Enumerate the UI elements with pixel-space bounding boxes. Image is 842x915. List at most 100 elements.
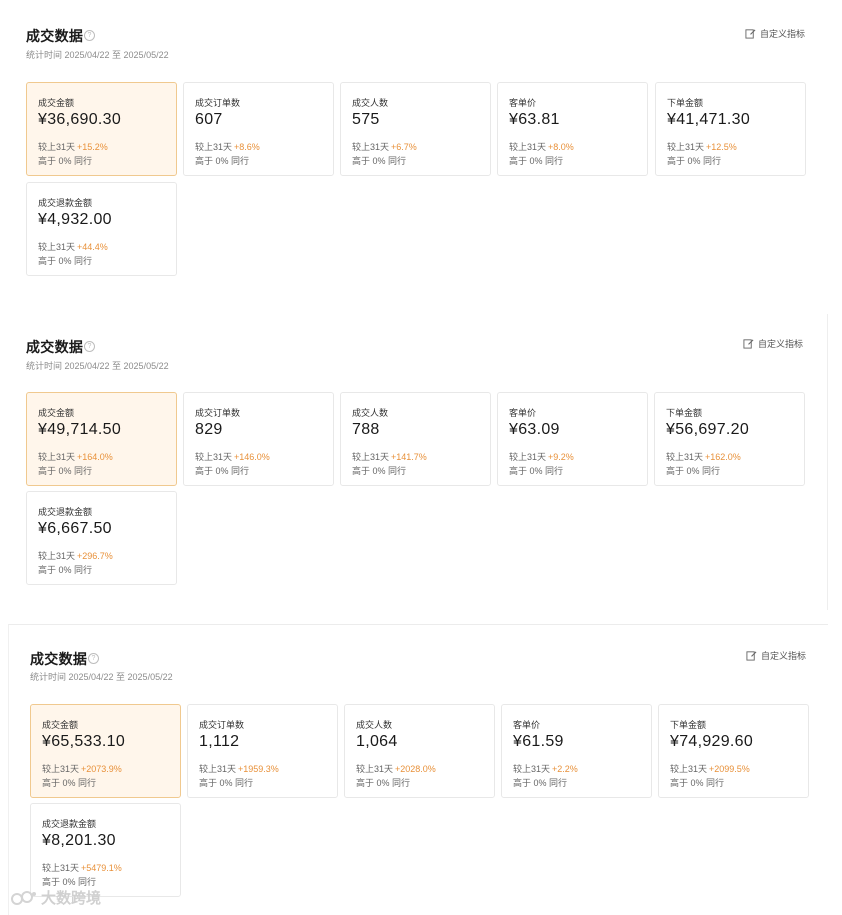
metric-compare: 较上31天 +296.7% bbox=[38, 549, 113, 562]
deal-data-panel-1: 成交数据 ? 统计时间 2025/04/22 至 2025/05/22 自定义指… bbox=[0, 0, 842, 300]
help-icon[interactable]: ? bbox=[84, 30, 95, 41]
metric-label: 客单价 bbox=[513, 720, 541, 730]
custom-metrics-label: 自定义指标 bbox=[758, 339, 804, 349]
metric-card-deal-amount[interactable]: 成交金额 ¥49,714.50 较上31天 +164.0% 高于 0% 同行 bbox=[26, 392, 177, 486]
metric-compare: 较上31天 +2073.9% bbox=[42, 762, 122, 775]
metric-label: 成交退款金额 bbox=[38, 507, 93, 517]
peer-rank: 高于 0% 同行 bbox=[352, 156, 407, 166]
compare-prefix: 较上31天 bbox=[667, 142, 705, 152]
watermark: 大数跨境 bbox=[10, 887, 101, 908]
metric-label: 成交人数 bbox=[356, 720, 393, 730]
metric-compare: 较上31天 +141.7% bbox=[352, 450, 427, 463]
help-icon[interactable]: ? bbox=[88, 653, 99, 664]
metric-card-deal-amount[interactable]: 成交金额 ¥65,533.10 较上31天 +2073.9% 高于 0% 同行 bbox=[30, 704, 181, 798]
compare-prefix: 较上31天 bbox=[38, 551, 76, 561]
metric-value: 788 bbox=[352, 421, 380, 438]
metric-card-order-amount[interactable]: 下单金额 ¥41,471.30 较上31天 +12.5% 高于 0% 同行 bbox=[655, 82, 806, 176]
page: 成交数据 ? 统计时间 2025/04/22 至 2025/05/22 自定义指… bbox=[0, 0, 842, 915]
metric-value: 1,112 bbox=[199, 733, 240, 750]
compare-prefix: 较上31天 bbox=[195, 142, 233, 152]
edit-icon bbox=[745, 29, 756, 39]
metric-label: 下单金额 bbox=[667, 98, 704, 108]
metric-compare: 较上31天 +5479.1% bbox=[42, 861, 122, 874]
change-value: +2099.5% bbox=[709, 764, 750, 774]
metric-label: 成交金额 bbox=[38, 408, 75, 418]
stat-period: 统计时间 2025/04/22 至 2025/05/22 bbox=[30, 672, 173, 682]
deal-data-panel-3: 成交数据 ? 统计时间 2025/04/22 至 2025/05/22 自定义指… bbox=[8, 624, 828, 915]
compare-prefix: 较上31天 bbox=[509, 142, 547, 152]
metric-card-refund-amount[interactable]: 成交退款金额 ¥6,667.50 较上31天 +296.7% 高于 0% 同行 bbox=[26, 491, 177, 585]
peer-rank: 高于 0% 同行 bbox=[352, 466, 407, 476]
metric-value: 1,064 bbox=[356, 733, 398, 750]
metric-compare: 较上31天 +15.2% bbox=[38, 140, 108, 153]
compare-prefix: 较上31天 bbox=[352, 452, 390, 462]
metric-card-avg-order-value[interactable]: 客单价 ¥63.81 较上31天 +8.0% 高于 0% 同行 bbox=[497, 82, 648, 176]
metric-label: 成交订单数 bbox=[195, 98, 241, 108]
change-value: +15.2% bbox=[77, 142, 108, 152]
peer-rank: 高于 0% 同行 bbox=[670, 778, 725, 788]
peer-rank: 高于 0% 同行 bbox=[199, 778, 254, 788]
help-icon[interactable]: ? bbox=[84, 341, 95, 352]
peer-rank: 高于 0% 同行 bbox=[38, 156, 93, 166]
compare-prefix: 较上31天 bbox=[42, 764, 80, 774]
metric-label: 成交退款金额 bbox=[42, 819, 97, 829]
metric-card-order-count[interactable]: 成交订单数 1,112 较上31天 +1959.3% 高于 0% 同行 bbox=[187, 704, 338, 798]
change-value: +2073.9% bbox=[81, 764, 122, 774]
peer-rank: 高于 0% 同行 bbox=[666, 466, 721, 476]
change-value: +5479.1% bbox=[81, 863, 122, 873]
metric-value: ¥65,533.10 bbox=[42, 733, 126, 750]
metric-compare: 较上31天 +1959.3% bbox=[199, 762, 279, 775]
compare-prefix: 较上31天 bbox=[38, 242, 76, 252]
change-value: +164.0% bbox=[77, 452, 113, 462]
peer-rank: 高于 0% 同行 bbox=[38, 256, 93, 266]
metric-card-order-count[interactable]: 成交订单数 829 较上31天 +146.0% 高于 0% 同行 bbox=[183, 392, 334, 486]
metric-compare: 较上31天 +146.0% bbox=[195, 450, 270, 463]
compare-prefix: 较上31天 bbox=[38, 452, 76, 462]
metric-card-avg-order-value[interactable]: 客单价 ¥61.59 较上31天 +2.2% 高于 0% 同行 bbox=[501, 704, 652, 798]
metric-card-order-count[interactable]: 成交订单数 607 较上31天 +8.6% 高于 0% 同行 bbox=[183, 82, 334, 176]
metric-card-refund-amount[interactable]: 成交退款金额 ¥8,201.30 较上31天 +5479.1% 高于 0% 同行 bbox=[30, 803, 181, 897]
metric-card-buyer-count[interactable]: 成交人数 575 较上31天 +6.7% 高于 0% 同行 bbox=[340, 82, 491, 176]
edit-icon bbox=[743, 339, 754, 349]
peer-rank: 高于 0% 同行 bbox=[38, 565, 93, 575]
metric-value: ¥36,690.30 bbox=[38, 111, 122, 128]
custom-metrics-button[interactable]: 自定义指标 bbox=[743, 337, 803, 350]
metric-card-deal-amount[interactable]: 成交金额 ¥36,690.30 较上31天 +15.2% 高于 0% 同行 bbox=[26, 82, 177, 176]
metric-value: ¥6,667.50 bbox=[38, 520, 112, 537]
metric-card-order-amount[interactable]: 下单金额 ¥56,697.20 较上31天 +162.0% 高于 0% 同行 bbox=[654, 392, 805, 486]
custom-metrics-label: 自定义指标 bbox=[760, 29, 806, 39]
metric-value: ¥41,471.30 bbox=[667, 111, 751, 128]
peer-rank: 高于 0% 同行 bbox=[195, 156, 250, 166]
change-value: +9.2% bbox=[548, 452, 574, 462]
metric-value: ¥63.81 bbox=[509, 111, 560, 128]
metric-compare: 较上31天 +6.7% bbox=[352, 140, 417, 153]
metric-value: ¥74,929.60 bbox=[670, 733, 754, 750]
metric-card-order-amount[interactable]: 下单金额 ¥74,929.60 较上31天 +2099.5% 高于 0% 同行 bbox=[658, 704, 809, 798]
change-value: +146.0% bbox=[234, 452, 270, 462]
change-value: +8.0% bbox=[548, 142, 574, 152]
compare-prefix: 较上31天 bbox=[38, 142, 76, 152]
metric-label: 成交金额 bbox=[38, 98, 75, 108]
metric-card-avg-order-value[interactable]: 客单价 ¥63.09 较上31天 +9.2% 高于 0% 同行 bbox=[497, 392, 648, 486]
peer-rank: 高于 0% 同行 bbox=[42, 778, 97, 788]
change-value: +12.5% bbox=[706, 142, 737, 152]
metric-label: 成交金额 bbox=[42, 720, 79, 730]
compare-prefix: 较上31天 bbox=[666, 452, 704, 462]
metric-value: ¥63.09 bbox=[509, 421, 560, 438]
metric-compare: 较上31天 +2.2% bbox=[513, 762, 578, 775]
peer-rank: 高于 0% 同行 bbox=[38, 466, 93, 476]
metric-compare: 较上31天 +2028.0% bbox=[356, 762, 436, 775]
metric-label: 成交人数 bbox=[352, 98, 389, 108]
metric-card-refund-amount[interactable]: 成交退款金额 ¥4,932.00 较上31天 +44.4% 高于 0% 同行 bbox=[26, 182, 177, 276]
metric-card-buyer-count[interactable]: 成交人数 1,064 较上31天 +2028.0% 高于 0% 同行 bbox=[344, 704, 495, 798]
deal-data-panel-2: 成交数据 ? 统计时间 2025/04/22 至 2025/05/22 自定义指… bbox=[0, 314, 828, 610]
metric-label: 成交订单数 bbox=[195, 408, 241, 418]
metric-label: 下单金额 bbox=[666, 408, 703, 418]
custom-metrics-button[interactable]: 自定义指标 bbox=[746, 649, 806, 662]
custom-metrics-button[interactable]: 自定义指标 bbox=[745, 27, 805, 40]
metric-card-buyer-count[interactable]: 成交人数 788 较上31天 +141.7% 高于 0% 同行 bbox=[340, 392, 491, 486]
compare-prefix: 较上31天 bbox=[356, 764, 394, 774]
metric-compare: 较上31天 +9.2% bbox=[509, 450, 574, 463]
metric-compare: 较上31天 +164.0% bbox=[38, 450, 113, 463]
edit-icon bbox=[746, 651, 757, 661]
